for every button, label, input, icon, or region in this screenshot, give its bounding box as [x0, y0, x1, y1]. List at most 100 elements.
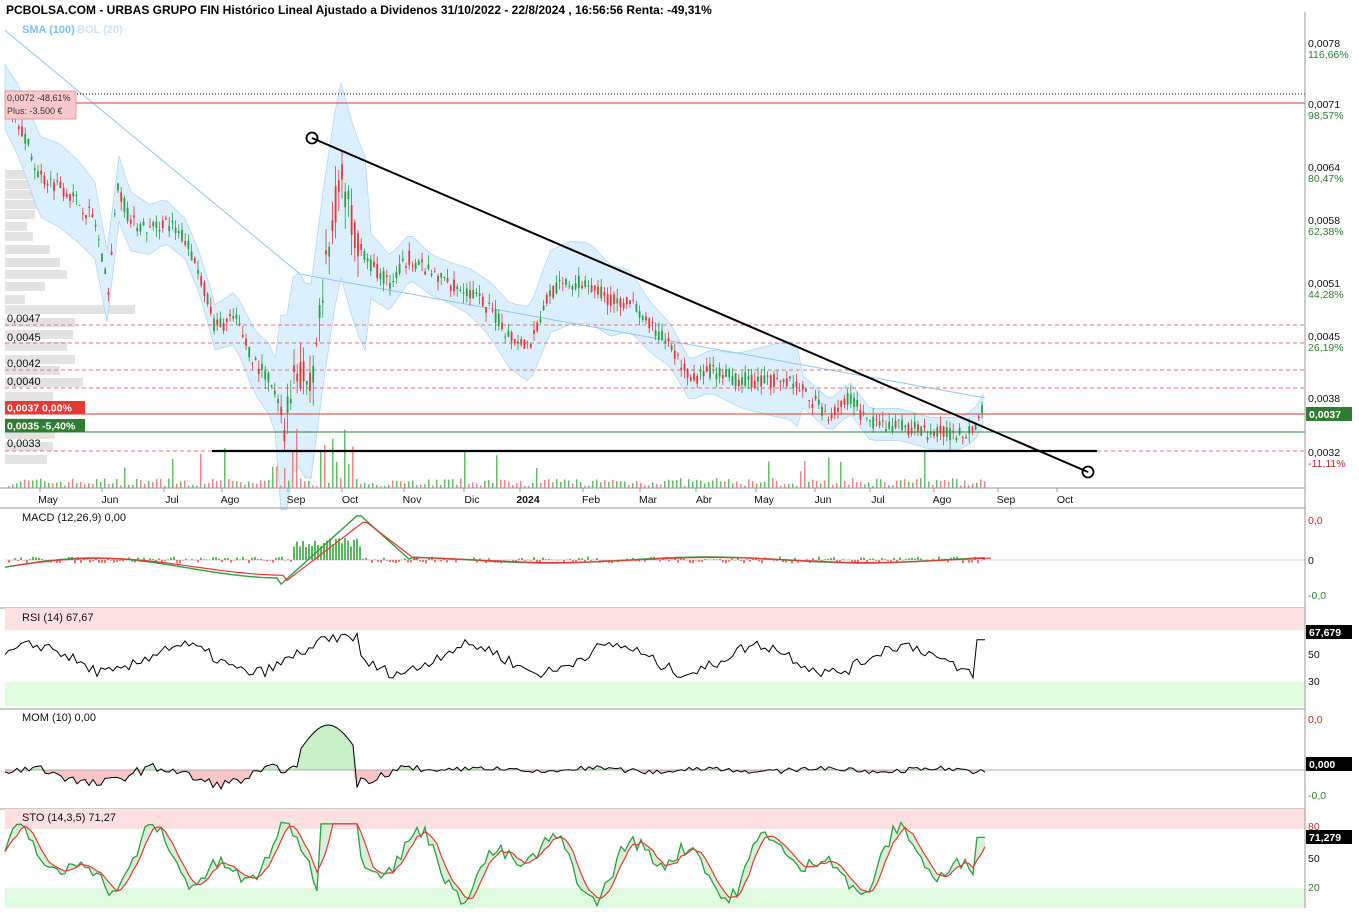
candle-body — [555, 282, 558, 294]
volume-bar — [56, 482, 58, 488]
macd-histogram-bar — [818, 556, 820, 560]
macd-histogram-bar — [362, 558, 364, 560]
macd-histogram-bar — [374, 559, 376, 560]
volume-bar — [112, 483, 114, 488]
macd-histogram-bar — [968, 560, 970, 563]
volume-bar — [880, 479, 882, 488]
macd-histogram-bar — [722, 560, 724, 563]
volume-bar — [792, 483, 794, 488]
candle-body — [225, 318, 228, 323]
candle-body — [677, 354, 679, 356]
macd-histogram-bar — [176, 560, 178, 563]
volume-bar — [764, 481, 766, 488]
candle-body — [299, 361, 302, 388]
candle-body — [248, 347, 251, 358]
macd-histogram-bar — [236, 557, 238, 560]
candle-body — [664, 341, 667, 344]
volume-bar — [156, 478, 158, 488]
macd-histogram-bar — [932, 558, 934, 560]
macd-histogram-bar — [38, 557, 40, 560]
macd-histogram-bar — [251, 557, 253, 560]
macd-histogram-bar — [572, 560, 574, 562]
candle-body — [504, 336, 507, 338]
volume-bar — [736, 481, 738, 488]
volume-bar — [52, 483, 54, 488]
candle-body — [62, 187, 65, 197]
volume-bar — [932, 484, 934, 488]
candle-body — [869, 420, 871, 422]
macd-histogram-bar — [257, 559, 259, 560]
volume-bar — [20, 481, 22, 488]
volume-bar — [636, 480, 638, 488]
macd-histogram-bar — [863, 557, 865, 560]
volume-bar — [332, 438, 334, 488]
macd-histogram-bar — [281, 556, 283, 560]
candle-body — [421, 259, 423, 263]
macd-histogram-bar — [356, 538, 358, 560]
volume-bar — [44, 481, 46, 488]
macd-histogram-bar — [224, 558, 226, 560]
macd-histogram-bar — [92, 560, 94, 562]
candle-body — [737, 379, 740, 387]
volume-bar — [72, 478, 74, 488]
volume-bar — [864, 484, 866, 488]
macd-histogram-bar — [692, 560, 694, 564]
candle-body — [936, 427, 939, 437]
volume-bar — [268, 479, 270, 488]
candle-body — [369, 259, 372, 271]
candle-body — [382, 270, 385, 284]
volume-bar — [176, 483, 178, 488]
candle-body — [85, 215, 87, 219]
volume-bar — [304, 481, 306, 488]
candle-body — [757, 376, 759, 382]
macd-histogram-bar — [899, 557, 901, 560]
candle-body — [613, 294, 615, 304]
candle-body — [184, 241, 187, 245]
volume-bar — [300, 478, 302, 488]
macd-histogram-bar — [725, 560, 727, 564]
x-axis-label: Oct — [1057, 494, 1073, 506]
macd-histogram-bar — [587, 556, 589, 560]
macd-histogram-bar — [578, 557, 580, 560]
price-label-left: 0,0045 — [7, 332, 41, 344]
macd-title: MACD (12,26,9) 0,00 — [22, 512, 126, 524]
volume-bar — [672, 480, 674, 488]
x-axis-label: Oct — [342, 494, 358, 506]
candle-body — [907, 423, 910, 435]
price-label-left: 0,0033 — [7, 438, 41, 450]
volume-bar — [68, 481, 70, 488]
volume-bar — [720, 481, 722, 488]
volume-bar — [608, 482, 610, 488]
volume-bar — [624, 481, 626, 488]
candle-body — [72, 192, 75, 197]
volume-bar — [496, 455, 498, 488]
candle-body — [283, 430, 286, 442]
x-axis-label: May — [38, 494, 59, 506]
candle-body — [331, 220, 334, 231]
candle-body — [917, 424, 919, 433]
candle-body — [373, 262, 375, 267]
stock-chart[interactable]: SMA (100) BOL (20) 0,0072 -48,61% Plus: -3.… — [0, 0, 1359, 912]
volume-bar — [288, 480, 290, 488]
candle-body — [654, 330, 657, 337]
candle-body — [273, 390, 276, 395]
volume-bar — [760, 482, 762, 488]
volume-bar — [40, 478, 42, 488]
candle-body — [168, 225, 171, 232]
candle-body — [824, 411, 827, 413]
macd-histogram-bar — [440, 560, 442, 562]
candle-body — [734, 373, 737, 387]
volume-bar — [732, 483, 734, 488]
candle-body — [353, 222, 356, 249]
volume-bar — [556, 478, 558, 488]
volume-bar — [696, 479, 698, 488]
macd-histogram-bar — [311, 545, 313, 560]
volume-bar — [184, 480, 186, 488]
candle-body — [315, 342, 318, 345]
candle-body — [469, 290, 471, 299]
volume-bar — [520, 480, 522, 488]
macd-histogram-bar — [302, 541, 304, 560]
candle-body — [606, 293, 609, 306]
candle-body — [779, 381, 782, 383]
volume-bar — [936, 479, 938, 488]
